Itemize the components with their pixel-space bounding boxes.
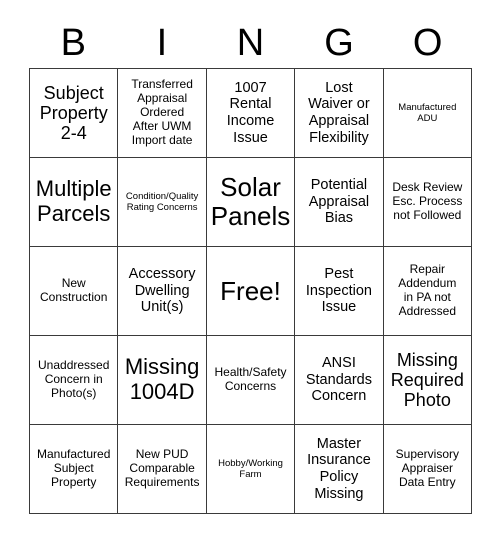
bingo-cell[interactable]: Manufactured Subject Property xyxy=(30,425,119,514)
bingo-header-row: B I N G O xyxy=(29,18,472,68)
bingo-cell-label: Lost Waiver or Appraisal Flexibility xyxy=(308,79,370,146)
bingo-cell-label: Multiple Parcels xyxy=(35,176,112,226)
bingo-cell-free[interactable]: Free! xyxy=(206,247,296,336)
bingo-cell[interactable]: Solar Panels xyxy=(206,158,296,247)
bingo-cell[interactable]: Transferred Appraisal Ordered After UWM … xyxy=(118,69,207,158)
bingo-header-letter-n: N xyxy=(236,22,265,64)
bingo-cell[interactable]: New Construction xyxy=(30,247,119,336)
bingo-cell-label: Supervisory Appraiser Data Entry xyxy=(395,447,459,489)
bingo-cell[interactable]: Unaddressed Concern in Photo(s) xyxy=(30,336,119,425)
bingo-cell[interactable]: Repair Addendum in PA not Addressed xyxy=(383,247,473,336)
bingo-grid-row: Unaddressed Concern in Photo(s) Missing … xyxy=(30,336,473,425)
bingo-cell[interactable]: Condition/Quality Rating Concerns xyxy=(118,158,207,247)
bingo-cell-label: New Construction xyxy=(40,276,108,304)
bingo-cell[interactable]: Missing Required Photo xyxy=(383,336,473,425)
bingo-cell[interactable]: Potential Appraisal Bias xyxy=(295,158,384,247)
bingo-cell-label: Potential Appraisal Bias xyxy=(308,177,370,227)
bingo-grid: Subject Property 2-4 Transferred Apprais… xyxy=(29,68,473,514)
bingo-cell-label: Manufactured ADU xyxy=(398,101,457,124)
bingo-cell-label: New PUD Comparable Requirements xyxy=(124,447,200,489)
bingo-cell-label: Subject Property 2-4 xyxy=(39,82,108,144)
bingo-card: B I N G O Subject Property 2-4 Transferr… xyxy=(29,18,473,514)
bingo-cell[interactable]: ANSI Standards Concern xyxy=(295,336,384,425)
bingo-cell[interactable]: Supervisory Appraiser Data Entry xyxy=(383,425,473,514)
bingo-grid-row: New Construction Accessory Dwelling Unit… xyxy=(30,247,473,336)
bingo-cell-label: Pest Inspection Issue xyxy=(305,266,372,316)
bingo-cell-label: 1007 Rental Income Issue xyxy=(226,79,275,146)
bingo-cell-label: Missing 1004D xyxy=(124,354,200,404)
bingo-cell-label: Condition/Quality Rating Concerns xyxy=(125,190,199,213)
bingo-cell[interactable]: Multiple Parcels xyxy=(30,158,119,247)
bingo-cell-label: Desk Review Esc. Process not Followed xyxy=(392,180,463,222)
bingo-cell[interactable]: 1007 Rental Income Issue xyxy=(206,69,296,158)
bingo-header-letter-o: O xyxy=(412,22,443,64)
bingo-cell[interactable]: Missing 1004D xyxy=(118,336,207,425)
bingo-grid-row: Manufactured Subject Property New PUD Co… xyxy=(30,425,473,514)
bingo-grid-row: Subject Property 2-4 Transferred Apprais… xyxy=(30,69,473,158)
bingo-header-letter-i: I xyxy=(156,22,168,64)
bingo-cell[interactable]: Master Insurance Policy Missing xyxy=(295,425,384,514)
bingo-header-letter-g: G xyxy=(324,22,354,64)
bingo-cell-label: Repair Addendum in PA not Addressed xyxy=(398,262,457,318)
bingo-cell[interactable]: Pest Inspection Issue xyxy=(295,247,384,336)
bingo-cell-label: Solar Panels xyxy=(210,172,291,231)
bingo-cell[interactable]: New PUD Comparable Requirements xyxy=(118,425,207,514)
bingo-cell-label: Transferred Appraisal Ordered After UWM … xyxy=(131,77,193,147)
bingo-cell[interactable]: Lost Waiver or Appraisal Flexibility xyxy=(295,69,384,158)
bingo-cell[interactable]: Subject Property 2-4 xyxy=(30,69,119,158)
bingo-cell[interactable]: Desk Review Esc. Process not Followed xyxy=(383,158,473,247)
bingo-cell-label: Hobby/Working Farm xyxy=(218,457,283,480)
bingo-cell-label: Accessory Dwelling Unit(s) xyxy=(128,266,196,316)
bingo-cell-label: Health/Safety Concerns xyxy=(214,365,287,393)
bingo-cell-label: Master Insurance Policy Missing xyxy=(307,435,371,502)
bingo-cell[interactable]: Hobby/Working Farm xyxy=(206,425,296,514)
bingo-cell[interactable]: Manufactured ADU xyxy=(383,69,473,158)
bingo-cell[interactable]: Accessory Dwelling Unit(s) xyxy=(118,247,207,336)
bingo-cell-label: ANSI Standards Concern xyxy=(305,355,372,405)
bingo-cell-label: Missing Required Photo xyxy=(390,349,464,411)
bingo-cell-label: Free! xyxy=(220,275,281,306)
bingo-cell-label: Unaddressed Concern in Photo(s) xyxy=(38,358,110,400)
bingo-header-letter-b: B xyxy=(60,22,86,64)
bingo-grid-row: Multiple Parcels Condition/Quality Ratin… xyxy=(30,158,473,247)
bingo-cell[interactable]: Health/Safety Concerns xyxy=(206,336,296,425)
bingo-cell-label: Manufactured Subject Property xyxy=(37,447,111,489)
